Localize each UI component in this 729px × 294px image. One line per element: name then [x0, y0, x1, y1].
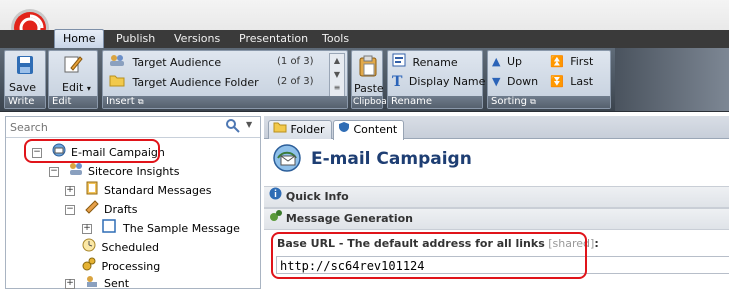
section-message-generation[interactable]: Message Generation	[264, 208, 729, 230]
rename-group-label: Rename	[388, 96, 482, 108]
display-name-button[interactable]: T Display Name	[392, 73, 485, 91]
message-generation-icon	[269, 209, 282, 229]
text-t-icon: T	[392, 74, 403, 90]
double-arrow-down-icon: ⏬	[550, 75, 564, 88]
sort-last-button[interactable]: ⏬ Last	[550, 73, 593, 91]
info-icon	[269, 187, 282, 207]
tree-search-bar: ▼	[6, 117, 260, 138]
save-button-label: Save	[9, 81, 37, 94]
edit-group: Edit ▾ Edit	[48, 50, 98, 109]
sort-down-button[interactable]: ▼ Down	[492, 73, 538, 91]
tab-folder[interactable]: Folder	[268, 120, 332, 139]
rename-group: Rename T Display Name Rename	[387, 50, 485, 109]
tree-item-processing[interactable]: Processing	[82, 257, 160, 275]
save-button[interactable]: Save	[5, 51, 45, 97]
sorting-group: ▲ Up ⏫ First ▼ Down ⏬ Last Sorting ⧉	[487, 50, 611, 109]
ribbon-right-shade	[615, 48, 729, 111]
scroll-up-icon[interactable]: ▲	[330, 54, 344, 68]
field-highlight	[271, 232, 587, 279]
rename-icon	[392, 53, 406, 73]
edit-button-label: Edit ▾	[62, 81, 91, 94]
tab-home[interactable]: Home	[54, 29, 105, 48]
paste-button-label: Paste	[354, 82, 384, 95]
email-campaign-large-icon	[272, 143, 302, 176]
search-options-chevron-icon[interactable]: ▼	[246, 120, 252, 129]
insert-group: Target Audience (1 of 3) Target Audience…	[102, 50, 348, 109]
collapse-icon[interactable]: −	[65, 205, 75, 215]
tree-item-sent[interactable]: + Sent	[65, 274, 129, 292]
edit-group-label: Edit	[49, 96, 97, 108]
clipboard-group: Paste Clipboard	[351, 50, 396, 109]
message-icon	[101, 219, 116, 239]
tab-tools[interactable]: Tools	[322, 30, 349, 48]
drafts-icon	[84, 200, 99, 220]
tab-versions[interactable]: Versions	[174, 30, 220, 48]
clipboard-group-label: Clipboard	[352, 96, 396, 108]
scroll-more-icon[interactable]: ≡	[330, 82, 344, 94]
sorting-group-label: Sorting ⧉	[488, 96, 610, 108]
folder-icon	[273, 121, 287, 139]
edit-button[interactable]: Edit ▾	[49, 51, 97, 97]
write-group: Save Write	[4, 50, 46, 109]
tab-publish[interactable]: Publish	[116, 30, 155, 48]
tree-item-drafts[interactable]: − Drafts	[65, 200, 137, 218]
messages-folder-icon	[85, 181, 99, 201]
ribbon-header	[0, 0, 729, 30]
insert-scrollbar[interactable]: ▲ ▼ ≡	[329, 53, 345, 97]
tab-presentation[interactable]: Presentation	[239, 30, 308, 48]
tree-item-sitecore-insights[interactable]: − Sitecore Insights	[49, 162, 179, 180]
arrow-up-icon: ▲	[492, 55, 501, 68]
rename-button[interactable]: Rename	[392, 53, 458, 71]
tab-content[interactable]: Content	[333, 120, 405, 140]
tree-item-scheduled[interactable]: Scheduled	[82, 238, 159, 256]
expand-icon[interactable]: +	[65, 186, 75, 196]
chevron-down-icon: ▾	[86, 84, 91, 93]
page-title: E-mail Campaign	[311, 149, 472, 169]
folder-icon	[109, 73, 125, 93]
save-icon	[16, 55, 34, 78]
sent-icon	[85, 274, 99, 294]
dialog-launcher-icon[interactable]: ⧉	[138, 97, 144, 106]
insert-target-audience[interactable]: Target Audience (1 of 3)	[109, 53, 319, 71]
shield-icon	[338, 121, 350, 139]
collapse-icon[interactable]: −	[49, 167, 59, 177]
sort-first-button[interactable]: ⏫ First	[550, 53, 593, 71]
expand-icon[interactable]: +	[82, 224, 92, 234]
edit-pencil-icon	[63, 54, 83, 77]
arrow-down-icon: ▼	[492, 75, 501, 88]
scroll-down-icon[interactable]: ▼	[330, 68, 344, 82]
search-input[interactable]	[8, 119, 212, 136]
expand-icon[interactable]: +	[65, 279, 75, 289]
section-quick-info[interactable]: Quick Info	[264, 186, 729, 208]
scheduled-clock-icon	[82, 238, 96, 258]
paste-button[interactable]: Paste	[352, 51, 384, 97]
ribbon-tab-strip: Home Publish Versions Presentation Tools	[0, 29, 729, 48]
tree-item-sample-message[interactable]: + The Sample Message	[82, 219, 240, 237]
sort-up-button[interactable]: ▲ Up	[492, 53, 522, 71]
insert-group-label: Insert ⧉	[103, 96, 347, 108]
double-arrow-up-icon: ⏫	[550, 55, 564, 68]
write-group-label: Write	[5, 96, 45, 108]
target-audience-icon	[109, 53, 125, 73]
search-icon[interactable]	[226, 119, 240, 136]
insert-target-audience-folder[interactable]: Target Audience Folder (2 of 3)	[109, 73, 319, 91]
tree-item-highlight	[24, 139, 160, 163]
audience-icon	[69, 162, 83, 182]
dialog-launcher-icon[interactable]: ⧉	[530, 97, 536, 106]
clipboard-icon	[358, 55, 378, 80]
tree-item-standard-messages[interactable]: + Standard Messages	[65, 181, 211, 199]
